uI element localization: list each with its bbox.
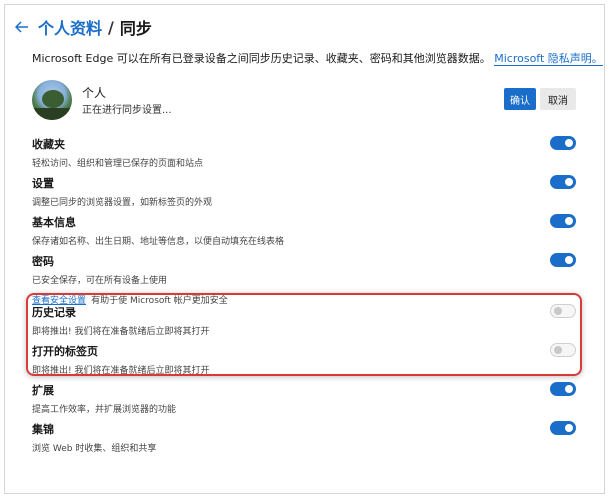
- profile-status: 正在进行同步设置...: [82, 105, 172, 116]
- sync-row-extensions: 扩展 提高工作效率，并扩展浏览器的功能: [32, 382, 582, 415]
- extensions-toggle[interactable]: [550, 382, 576, 396]
- sync-row-settings: 设置 调整已同步的浏览器设置，如新标签页的外观: [32, 175, 582, 208]
- sync-row-title: 收藏夹: [32, 138, 65, 151]
- basic-info-toggle[interactable]: [550, 214, 576, 228]
- avatar: [32, 80, 72, 120]
- breadcrumb-profile[interactable]: 个人资料: [38, 15, 102, 39]
- passwords-toggle[interactable]: [550, 253, 576, 267]
- cancel-button[interactable]: 取消: [540, 88, 576, 110]
- sync-row-subtitle: 已安全保存，可在所有设备上使用: [32, 276, 168, 286]
- sync-description: Microsoft Edge 可以在所有已登录设备之间同步历史记录、收藏夹、密码…: [32, 50, 603, 66]
- confirm-button[interactable]: 确认: [504, 88, 536, 110]
- settings-toggle[interactable]: [550, 175, 576, 189]
- sync-row-basic-info: 基本信息 保存诸如名称、出生日期、地址等信息，以便自动填充在线表格: [32, 214, 582, 247]
- sync-row-title: 扩展: [32, 384, 54, 397]
- sync-row-favorites: 收藏夹 轻松访问、组织和管理已保存的页面和站点: [32, 136, 582, 169]
- sync-row-title: 基本信息: [32, 216, 76, 229]
- collections-toggle[interactable]: [550, 421, 576, 435]
- arrow-left-icon[interactable]: [14, 19, 30, 35]
- sync-row-subtitle: 浏览 Web 时收集、组织和共享: [32, 444, 157, 454]
- profile-name: 个人: [82, 86, 107, 100]
- sync-row-subtitle: 提高工作效率，并扩展浏览器的功能: [32, 405, 177, 415]
- sync-row-title: 设置: [32, 177, 54, 190]
- profile-section: 个人 正在进行同步设置... 确认 取消: [32, 80, 582, 120]
- page-header: 个人资料 / 同步: [14, 14, 152, 40]
- highlight-box: [26, 293, 582, 376]
- sync-row-subtitle: 轻松访问、组织和管理已保存的页面和站点: [32, 159, 204, 169]
- sync-row-title: 集锦: [32, 423, 54, 436]
- breadcrumb-separator: /: [108, 17, 114, 37]
- sync-row-subtitle: 保存诸如名称、出生日期、地址等信息，以便自动填充在线表格: [32, 237, 285, 247]
- sync-description-text: Microsoft Edge 可以在所有已登录设备之间同步历史记录、收藏夹、密码…: [32, 52, 491, 65]
- sync-row-title: 密码: [32, 255, 54, 268]
- page-title: 同步: [119, 19, 152, 38]
- sync-row-subtitle: 调整已同步的浏览器设置，如新标签页的外观: [32, 198, 213, 208]
- privacy-statement-link[interactable]: Microsoft 隐私声明。: [494, 52, 603, 66]
- favorites-toggle[interactable]: [550, 136, 576, 150]
- sync-row-collections: 集锦 浏览 Web 时收集、组织和共享: [32, 421, 582, 454]
